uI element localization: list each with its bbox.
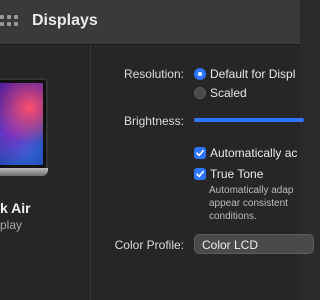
wallpaper xyxy=(0,83,43,165)
laptop-image xyxy=(0,78,48,170)
checkmark-icon xyxy=(196,170,204,178)
true-tone-checkbox[interactable] xyxy=(194,168,206,180)
true-tone-description: Automatically adap appear consistent con… xyxy=(209,184,320,223)
color-profile-value: Color LCD xyxy=(202,238,259,252)
device-subtitle: play xyxy=(0,218,23,232)
resolution-scaled-label[interactable]: Scaled xyxy=(210,86,247,100)
auto-brightness-checkbox[interactable] xyxy=(194,147,206,159)
color-profile-popup[interactable]: Color LCD xyxy=(194,234,314,254)
resolution-label: Resolution: xyxy=(123,67,184,81)
toolbar: Displays xyxy=(0,0,300,45)
resolution-default-label[interactable]: Default for Displ xyxy=(210,67,295,81)
brightness-slider-fill xyxy=(194,118,304,122)
true-tone-label[interactable]: True Tone xyxy=(210,167,263,181)
brightness-slider[interactable] xyxy=(194,118,304,122)
device-name: k Air xyxy=(0,200,31,216)
checkmark-icon xyxy=(196,149,204,157)
true-tone-description-line: Automatically adap xyxy=(209,185,294,196)
brightness-label: Brightness: xyxy=(123,114,184,128)
grid-icon[interactable] xyxy=(0,15,18,29)
color-profile-label: Color Profile: xyxy=(114,238,184,252)
resolution-default-radio[interactable] xyxy=(194,68,206,80)
true-tone-description-line: appear consistent xyxy=(209,198,288,209)
laptop-base xyxy=(0,168,48,176)
true-tone-description-line: conditions. xyxy=(209,211,257,222)
window-title: Displays xyxy=(32,12,98,29)
resolution-scaled-radio[interactable] xyxy=(194,87,206,99)
auto-brightness-label[interactable]: Automatically ac xyxy=(210,146,297,160)
